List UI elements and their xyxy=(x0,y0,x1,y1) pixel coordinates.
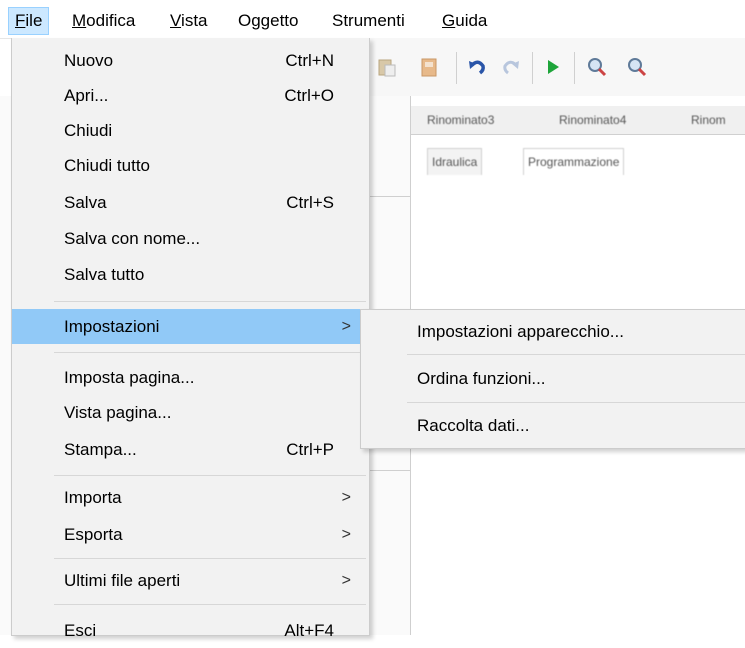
menu-separator xyxy=(54,558,366,559)
menu-vista-mnemonic: V xyxy=(170,11,182,30)
menu-guida-label: uida xyxy=(455,11,488,30)
menu-modifica-mnemonic: M xyxy=(72,11,87,30)
menu-bar: File Modifica Vista Oggetto Strumenti Gu… xyxy=(0,0,745,39)
menu-separator xyxy=(54,301,366,302)
menu-separator xyxy=(54,604,366,605)
shortcut-label: Ctrl+P xyxy=(286,440,334,459)
zoom-in-icon[interactable] xyxy=(586,56,608,78)
menu-item-stampa[interactable]: Stampa... Ctrl+P xyxy=(12,432,369,467)
chevron-right-icon: > xyxy=(341,318,351,335)
shortcut-label: Ctrl+S xyxy=(286,193,334,212)
tab-document[interactable]: Rinom xyxy=(691,109,726,131)
menu-item-apri[interactable]: Apri... Ctrl+O xyxy=(12,78,369,113)
menu-vista-label: ista xyxy=(181,11,208,30)
submenu-item-label: Raccolta dati... xyxy=(417,416,530,435)
redo-icon[interactable] xyxy=(500,56,522,78)
pane-divider xyxy=(370,470,410,471)
menu-separator xyxy=(54,352,366,353)
file-menu: Nuovo Ctrl+N Apri... Ctrl+O Chiudi Chiud… xyxy=(11,38,370,640)
menu-item-salva[interactable]: Salva Ctrl+S xyxy=(12,185,369,220)
menu-separator xyxy=(407,402,745,403)
menu-modifica[interactable]: Modifica xyxy=(66,8,141,34)
menu-item-label: Salva xyxy=(64,193,107,212)
shortcut-label: Alt+F4 xyxy=(284,621,334,640)
chevron-right-icon: > xyxy=(341,526,351,543)
menu-item-label: Vista pagina... xyxy=(64,403,172,422)
toolbar-separator xyxy=(532,52,533,84)
menu-item-salva-con-nome[interactable]: Salva con nome... xyxy=(12,221,369,256)
menu-strumenti[interactable]: Strumenti xyxy=(326,8,411,34)
menu-guida[interactable]: Guida xyxy=(436,8,493,34)
menu-separator xyxy=(54,475,366,476)
paste-icon[interactable] xyxy=(376,56,398,78)
submenu-item-label: Impostazioni apparecchio... xyxy=(417,322,624,341)
menu-item-label: Importa xyxy=(64,488,122,507)
menu-item-label: Impostazioni xyxy=(64,317,160,336)
menu-item-label: Salva con nome... xyxy=(64,229,201,248)
menu-strumenti-label: Strumenti xyxy=(332,11,405,30)
menu-item-label: Ultimi file aperti xyxy=(64,571,181,590)
menu-item-label: Chiudi xyxy=(64,121,113,140)
menu-item-label: Esci xyxy=(64,621,97,640)
tab-document[interactable]: Rinominato3 xyxy=(427,109,494,131)
menu-vista[interactable]: Vista xyxy=(164,8,214,34)
play-icon[interactable] xyxy=(542,56,564,78)
menu-file-mnemonic: F xyxy=(15,11,26,30)
zoom-out-icon[interactable] xyxy=(626,56,648,78)
chevron-right-icon: > xyxy=(341,489,351,506)
pane-divider xyxy=(370,196,410,197)
menu-oggetto-label: Oggetto xyxy=(238,11,299,30)
menu-item-impostazioni[interactable]: Impostazioni > xyxy=(12,309,369,344)
tab-idraulica[interactable]: Idraulica xyxy=(427,148,483,175)
menu-item-chiudi-tutto[interactable]: Chiudi tutto xyxy=(12,148,369,183)
tab-document[interactable]: Rinominato4 xyxy=(559,109,626,131)
submenu-item-raccolta-dati[interactable]: Raccolta dati... xyxy=(361,404,745,448)
impostazioni-submenu: Impostazioni apparecchio... Ordina funzi… xyxy=(360,309,745,449)
menu-item-label: Imposta pagina... xyxy=(64,368,195,387)
menu-oggetto[interactable]: Oggetto xyxy=(232,8,305,34)
menu-file[interactable]: File xyxy=(8,7,50,35)
shortcut-label: Ctrl+N xyxy=(285,51,334,70)
toolbar xyxy=(370,38,745,97)
menu-item-label: Esporta xyxy=(64,525,123,544)
submenu-item-label: Ordina funzioni... xyxy=(417,369,546,388)
view-tabs: Idraulica Programmazione xyxy=(411,142,745,176)
toolbar-separator xyxy=(456,52,457,84)
menu-item-ultimi-file[interactable]: Ultimi file aperti > xyxy=(12,563,369,598)
undo-icon[interactable] xyxy=(466,56,488,78)
submenu-item-ordina-funzioni[interactable]: Ordina funzioni... xyxy=(361,357,745,401)
menu-item-vista-pagina[interactable]: Vista pagina... xyxy=(12,395,369,430)
menu-item-esci[interactable]: Esci Alt+F4 xyxy=(12,613,369,648)
menu-file-label: ile xyxy=(25,11,43,30)
submenu-item-impostazioni-apparecchio[interactable]: Impostazioni apparecchio... xyxy=(361,310,745,354)
menu-item-label: Nuovo xyxy=(64,51,114,70)
menu-modifica-label: odifica xyxy=(86,11,136,30)
menu-item-chiudi[interactable]: Chiudi xyxy=(12,113,369,148)
menu-item-importa[interactable]: Importa > xyxy=(12,480,369,515)
menu-item-esporta[interactable]: Esporta > xyxy=(12,517,369,552)
document-tabs: Rinominato3 Rinominato4 Rinom xyxy=(411,106,745,135)
tab-programmazione[interactable]: Programmazione xyxy=(523,148,625,175)
menu-item-imposta-pagina[interactable]: Imposta pagina... xyxy=(12,360,369,395)
clipboard-icon[interactable] xyxy=(418,56,440,78)
menu-item-nuovo[interactable]: Nuovo Ctrl+N xyxy=(12,43,369,78)
menu-item-salva-tutto[interactable]: Salva tutto xyxy=(12,257,369,292)
chevron-right-icon: > xyxy=(341,572,351,589)
menu-item-label: Apri... xyxy=(64,86,109,105)
menu-separator xyxy=(407,354,745,355)
menu-guida-mnemonic: G xyxy=(442,11,456,30)
shortcut-label: Ctrl+O xyxy=(284,86,334,105)
toolbar-separator xyxy=(574,52,575,84)
menu-item-label: Stampa... xyxy=(64,440,137,459)
menu-item-label: Chiudi tutto xyxy=(64,156,150,175)
menu-item-label: Salva tutto xyxy=(64,265,145,284)
